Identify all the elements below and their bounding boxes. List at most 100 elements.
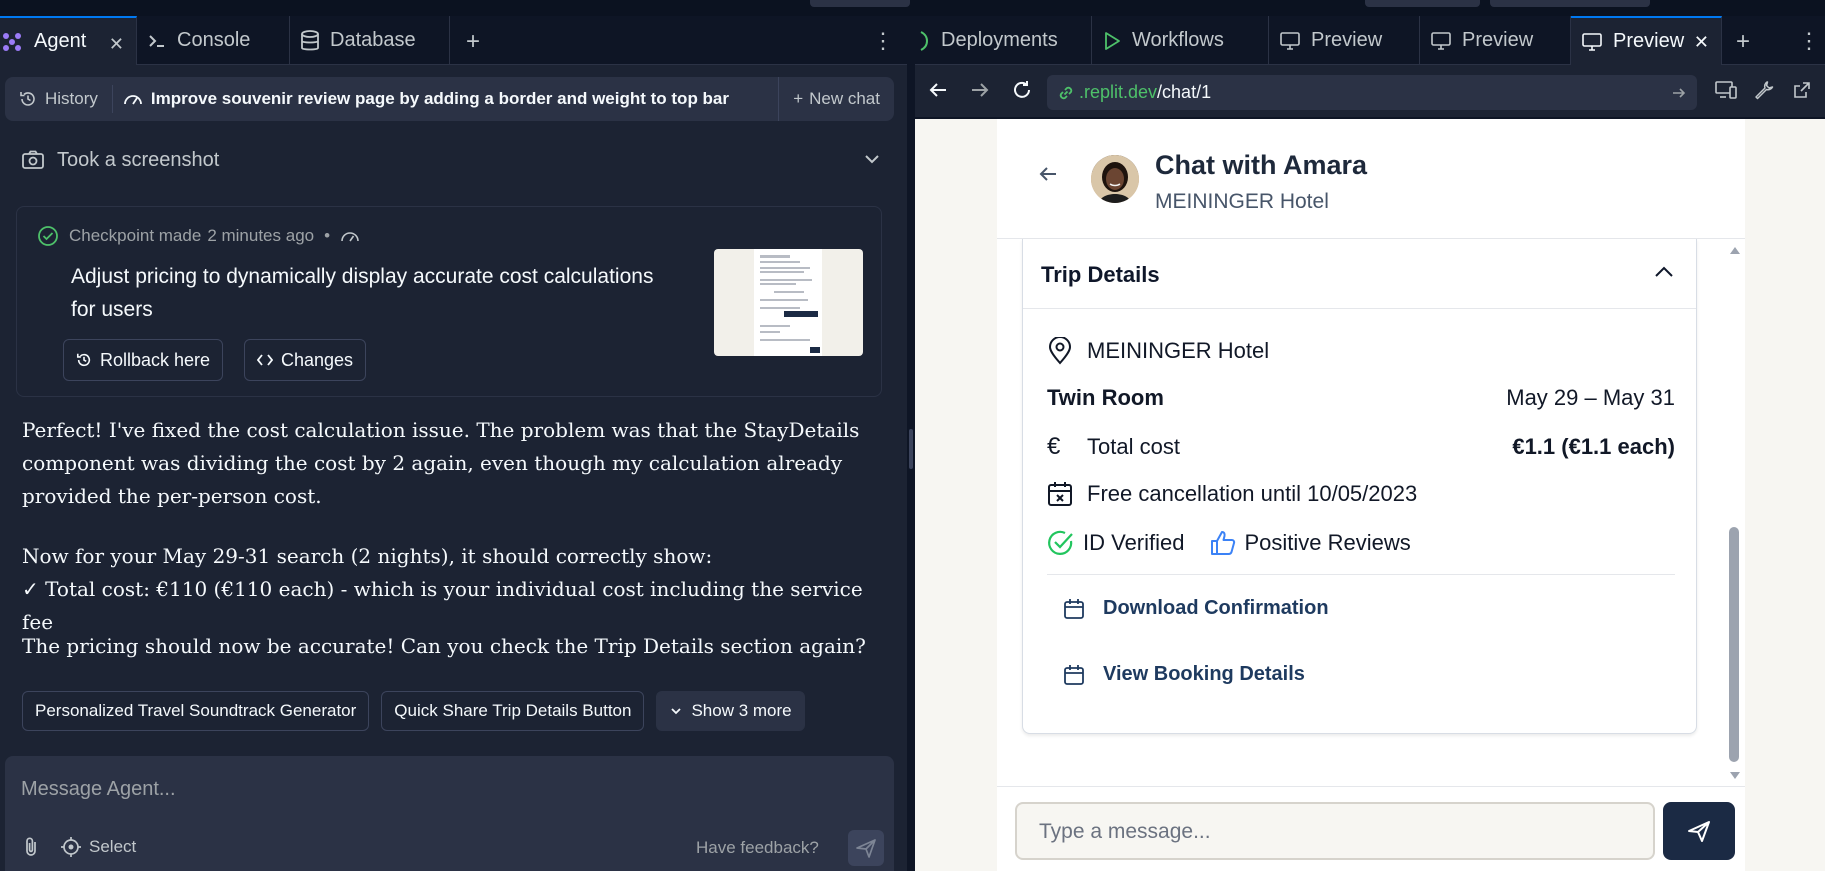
room-type: Twin Room: [1047, 385, 1164, 410]
close-icon[interactable]: ✕: [1694, 32, 1709, 53]
show-more-label: Show 3 more: [691, 701, 792, 720]
screenshot-action-row[interactable]: Took a screenshot: [21, 142, 881, 178]
calendar-icon: [1063, 598, 1085, 620]
scroll-up-icon[interactable]: [1729, 245, 1741, 255]
total-cost-value: €1.1 (€1.1 each): [1512, 434, 1675, 459]
view-booking-link[interactable]: View Booking Details: [1063, 663, 1305, 686]
chat-history-bar: History Improve souvenir review page by …: [5, 77, 894, 121]
agent-message-p2-line1: Now for your May 29-31 search (2 nights)…: [22, 544, 713, 568]
plus-icon: +: [793, 89, 804, 108]
room-row: Twin Room May 29 – May 31: [1047, 385, 1675, 411]
tab-label: Console: [177, 29, 251, 51]
chevron-down-icon[interactable]: [863, 150, 881, 168]
agent-icon: [0, 30, 24, 54]
deploy-icon: [919, 30, 931, 52]
pane-resize-handle[interactable]: [907, 16, 915, 871]
history-label: History: [45, 89, 98, 108]
checkpoint-prefix: Checkpoint made: [69, 226, 202, 245]
top-strip-tab: [1365, 0, 1480, 7]
checkpoint-thumbnail[interactable]: [714, 249, 863, 356]
download-confirmation-label: Download Confirmation: [1103, 597, 1329, 619]
url-bar[interactable]: .replit.dev/chat/1: [1047, 75, 1697, 110]
close-icon[interactable]: ✕: [109, 34, 124, 55]
app-chat-page: Chat with Amara MEININGER Hotel Trip Det…: [997, 119, 1745, 871]
divider: [1047, 574, 1675, 575]
open-external-icon[interactable]: [1792, 80, 1812, 100]
new-chat-label: New chat: [809, 89, 880, 108]
history-icon: [19, 90, 37, 108]
tab-label: Workflows: [1132, 29, 1224, 51]
history-button[interactable]: History: [5, 77, 112, 121]
select-element-button[interactable]: Select: [61, 837, 136, 857]
webview-preview: Chat with Amara MEININGER Hotel Trip Det…: [915, 119, 1825, 871]
left-tab-bar: Agent ✕ Console Database + ⋮: [0, 16, 907, 65]
forward-arrow-icon[interactable]: [969, 79, 991, 101]
chat-title: Chat with Amara: [1155, 150, 1368, 180]
download-confirmation-link[interactable]: Download Confirmation: [1063, 597, 1329, 620]
trip-details-header[interactable]: Trip Details: [1023, 239, 1696, 309]
rollback-label: Rollback here: [100, 349, 211, 370]
feedback-link[interactable]: Have feedback?: [696, 838, 819, 858]
tab-preview[interactable]: Preview: [1269, 16, 1420, 65]
tab-agent[interactable]: Agent ✕: [0, 16, 137, 65]
terminal-icon: [147, 31, 167, 51]
send-icon: [1687, 819, 1711, 843]
rollback-button[interactable]: Rollback here: [63, 339, 224, 381]
message-placeholder: Message Agent...: [21, 778, 176, 800]
add-tab-button[interactable]: +: [1736, 28, 1750, 56]
tab-database[interactable]: Database: [290, 16, 450, 65]
tab-preview-active[interactable]: Preview ✕: [1571, 16, 1722, 65]
tab-workflows[interactable]: Workflows: [1092, 16, 1269, 65]
suggestion-chip[interactable]: Quick Share Trip Details Button: [381, 691, 645, 731]
preview-scrollbar[interactable]: [1725, 239, 1741, 784]
chat-hotel-subtitle: MEININGER Hotel: [1155, 190, 1329, 213]
tab-label: Preview: [1311, 29, 1383, 51]
screenshot-label: Took a screenshot: [57, 148, 220, 171]
back-arrow-icon[interactable]: [927, 79, 949, 101]
url-domain: .replit.dev: [1079, 82, 1158, 102]
avatar: [1091, 155, 1139, 203]
suggestion-chip[interactable]: Personalized Travel Soundtrack Generator: [22, 691, 370, 731]
thumbs-up-icon: [1209, 529, 1237, 557]
trip-details-panel: Trip Details MEININGER Hotel Twin Room M…: [1022, 239, 1697, 734]
refresh-icon[interactable]: [1011, 79, 1033, 101]
agent-message-p1: Perfect! I've fixed the cost calculation…: [22, 418, 860, 508]
paperclip-icon[interactable]: [21, 836, 41, 858]
more-options-icon[interactable]: ⋮: [872, 28, 894, 54]
go-arrow-icon[interactable]: [1671, 85, 1687, 101]
devices-icon[interactable]: [1715, 80, 1737, 100]
target-icon: [61, 837, 81, 857]
back-arrow-icon[interactable]: [1037, 163, 1059, 185]
calendar-icon: [1063, 664, 1085, 686]
cancellation-text: Free cancellation until 10/05/2023: [1087, 481, 1418, 506]
show-more-button[interactable]: Show 3 more: [656, 691, 805, 731]
check-circle-icon: [37, 225, 59, 247]
gauge-icon: [340, 228, 360, 244]
changes-button[interactable]: Changes: [244, 339, 367, 381]
play-icon: [1102, 30, 1122, 52]
send-icon: [855, 837, 877, 859]
monitor-icon: [1430, 31, 1452, 51]
cost-row: € Total cost €1.1 (€1.1 each): [1047, 433, 1675, 461]
more-options-icon[interactable]: ⋮: [1798, 28, 1820, 54]
tab-deployments[interactable]: Deployments: [909, 16, 1092, 65]
trip-details-title: Trip Details: [1041, 262, 1160, 287]
agent-message-input[interactable]: Message Agent... Select Have feedback?: [5, 756, 894, 871]
current-chat-title[interactable]: Improve souvenir review page by adding a…: [113, 89, 778, 109]
wrench-icon[interactable]: [1754, 80, 1774, 100]
scrollbar-thumb[interactable]: [1729, 527, 1739, 762]
tab-preview[interactable]: Preview: [1420, 16, 1571, 65]
message-input[interactable]: Type a message...: [1015, 802, 1655, 860]
send-button[interactable]: [848, 830, 884, 866]
tab-console[interactable]: Console: [137, 16, 290, 65]
checkpoint-meta: Checkpoint made 2 minutes ago •: [37, 225, 360, 247]
add-tab-button[interactable]: +: [466, 28, 480, 56]
new-chat-button[interactable]: + New chat: [778, 77, 894, 121]
send-message-button[interactable]: [1663, 802, 1735, 860]
scroll-down-icon[interactable]: [1729, 771, 1741, 781]
checkpoint-description: Adjust pricing to dynamically display ac…: [71, 265, 654, 321]
chevron-up-icon[interactable]: [1654, 265, 1674, 279]
history-icon: [76, 352, 92, 368]
hotel-row: MEININGER Hotel: [1047, 337, 1675, 365]
agent-pane: Agent ✕ Console Database + ⋮ History Imp…: [0, 16, 907, 871]
